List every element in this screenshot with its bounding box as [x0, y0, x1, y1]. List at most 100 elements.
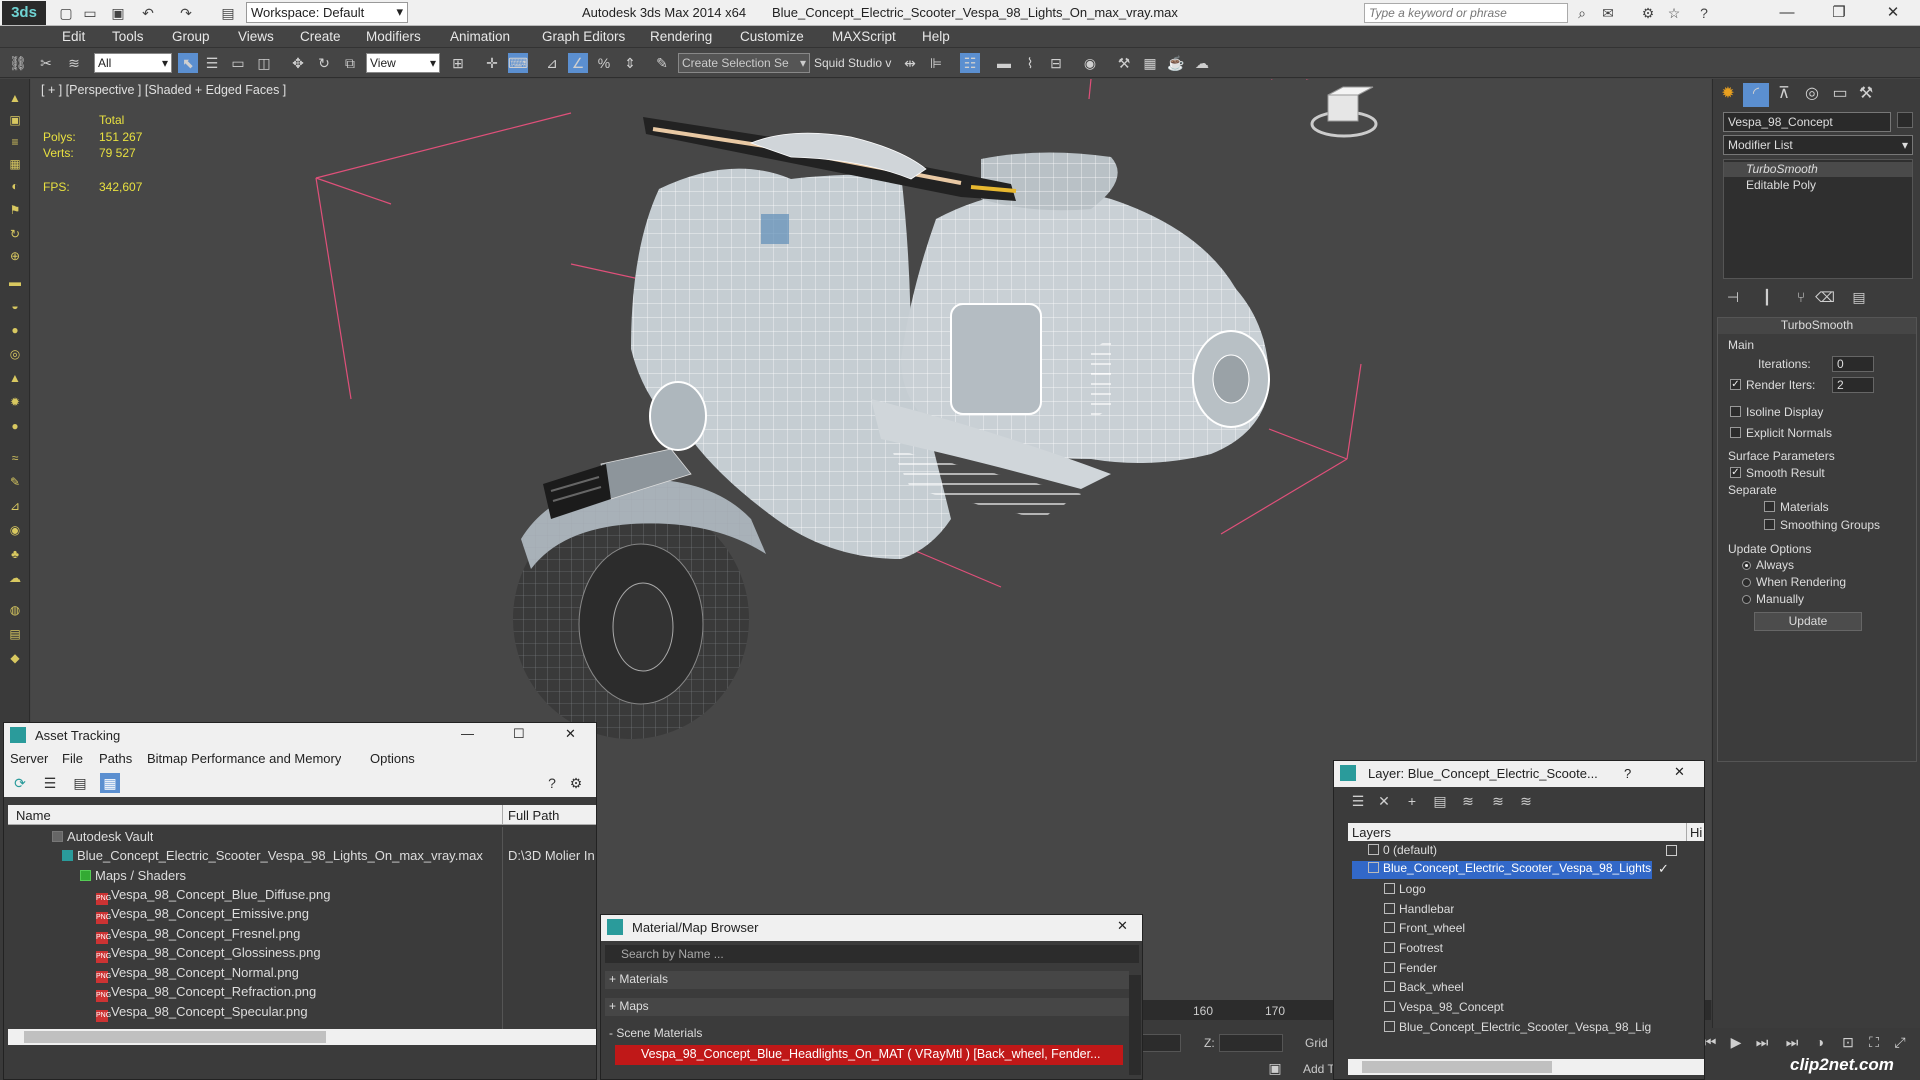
asset-horizontal-scrollbar[interactable]	[8, 1029, 596, 1045]
selection-filter-dropdown[interactable]: All ▾	[94, 53, 172, 73]
project-folder-icon[interactable]: ▤	[218, 3, 238, 23]
layer-row-default[interactable]: 0 (default)	[1368, 843, 1437, 857]
select-by-name-icon[interactable]: ☰	[202, 53, 222, 73]
asset-map-row[interactable]: PNGVespa_98_Concept_Glossiness.png	[96, 945, 321, 963]
strip-tool-icon[interactable]: ▬	[7, 275, 23, 289]
layer-object-row[interactable]: Footrest	[1384, 941, 1443, 955]
pin-stack-icon[interactable]: ⊣	[1723, 287, 1743, 307]
bind-spacewarp-icon[interactable]: ≋	[64, 53, 84, 73]
motion-tab-icon[interactable]: ◎	[1799, 83, 1825, 107]
select-layer-objects-icon[interactable]: ▤	[1430, 791, 1450, 811]
asset-maximize-button[interactable]: ☐	[513, 726, 525, 742]
redo-icon[interactable]: ↷	[176, 3, 196, 23]
named-selection-set-dropdown[interactable]: Create Selection Se ▾	[678, 53, 810, 73]
workspace-dropdown[interactable]: Workspace: Default ▾	[246, 2, 408, 23]
new-file-icon[interactable]: ▢	[56, 3, 76, 23]
exchange-icon[interactable]: ⚙	[1638, 3, 1658, 23]
layer-object-row[interactable]: Front_wheel	[1384, 921, 1465, 935]
asset-menu-paths[interactable]: Paths	[99, 751, 132, 766]
configure-sets-icon[interactable]: ▤	[1849, 287, 1869, 307]
asset-menu-server[interactable]: Server	[10, 751, 48, 766]
new-layer-icon[interactable]: ☰	[1348, 791, 1368, 811]
separate-smoothing-groups-checkbox[interactable]	[1764, 519, 1775, 530]
open-file-icon[interactable]: ▭	[80, 3, 100, 23]
strip-tool-icon[interactable]: ●	[7, 323, 23, 337]
go-to-end-icon[interactable]: ⏭	[1782, 1032, 1802, 1052]
refresh-icon[interactable]: ⟳	[10, 773, 30, 793]
strip-tool-icon[interactable]: ◉	[7, 523, 23, 537]
edit-named-selection-icon[interactable]: ✎	[652, 53, 672, 73]
hide-all-layers-icon[interactable]: ≋	[1488, 791, 1508, 811]
strip-tool-icon[interactable]: ◆	[7, 651, 23, 665]
update-always-radio[interactable]	[1742, 561, 1751, 570]
modify-tab-icon[interactable]: ◜	[1743, 83, 1769, 107]
utilities-tab-icon[interactable]: ⚒	[1853, 83, 1879, 107]
layer-object-row[interactable]: Vespa_98_Concept	[1384, 1000, 1504, 1014]
make-unique-icon[interactable]: ⑂	[1791, 287, 1811, 307]
align-icon[interactable]: ⊫	[926, 53, 946, 73]
percent-snap-icon[interactable]: %	[594, 53, 614, 73]
col-name-header[interactable]: Name	[16, 808, 51, 823]
material-browser-close-button[interactable]: ✕	[1117, 918, 1128, 934]
scrollbar-thumb[interactable]	[24, 1031, 326, 1043]
hide-column-header[interactable]: Hi	[1690, 825, 1702, 840]
graphite-ribbon-icon[interactable]: ▬	[994, 53, 1014, 73]
mirror-icon[interactable]: ⇹	[900, 53, 920, 73]
y-coordinate-field[interactable]	[1141, 1034, 1181, 1052]
strip-tool-icon[interactable]: ●	[7, 419, 23, 433]
rendered-frame-window-icon[interactable]: ▦	[1140, 53, 1160, 73]
strip-tool-icon[interactable]: ≡	[7, 135, 23, 149]
show-end-result-icon[interactable]: ┃	[1757, 287, 1777, 307]
strip-tool-icon[interactable]: ▲	[7, 91, 23, 105]
asset-menu-file[interactable]: File	[62, 751, 83, 766]
isolate-icon[interactable]: ▣	[1265, 1058, 1285, 1078]
strip-tool-icon[interactable]: ✎	[7, 475, 23, 489]
asset-map-row[interactable]: PNGVespa_98_Concept_Fresnel.png	[96, 926, 300, 944]
rollout-title[interactable]: TurboSmooth	[1718, 318, 1916, 334]
highlight-layer-icon[interactable]: ≋	[1458, 791, 1478, 811]
default-layer-hide-toggle[interactable]	[1666, 845, 1677, 856]
asset-menu-options[interactable]: Options	[370, 751, 415, 766]
material-browser-scrollbar[interactable]	[1129, 975, 1141, 1075]
strip-tool-icon[interactable]: ✹	[7, 395, 23, 409]
binoculars-icon[interactable]: ⌕	[1572, 3, 1592, 23]
angle-snap-icon[interactable]: ∠	[568, 53, 588, 73]
minimize-button[interactable]: —	[1764, 0, 1810, 26]
scene-materials-group[interactable]: - Scene Materials	[605, 1025, 1129, 1043]
close-button[interactable]: ✕	[1870, 0, 1916, 26]
menu-maxscript[interactable]: MAXScript	[832, 29, 896, 44]
layer-object-row[interactable]: Fender	[1384, 961, 1437, 975]
menu-create[interactable]: Create	[300, 29, 341, 44]
freeze-all-layers-icon[interactable]: ≋	[1516, 791, 1536, 811]
strip-tool-icon[interactable]: ⚑	[7, 203, 23, 217]
strip-tool-icon[interactable]: ▦	[7, 157, 23, 171]
modifier-list-dropdown[interactable]: Modifier List ▾	[1723, 135, 1913, 155]
select-object-icon[interactable]: ⬉	[178, 53, 198, 73]
asset-tracking-titlebar[interactable]: Asset Tracking — ☐ ✕	[4, 723, 596, 749]
asset-minimize-button[interactable]: —	[461, 726, 474, 741]
viewcube[interactable]	[1310, 86, 1378, 138]
layer-horizontal-scrollbar[interactable]	[1348, 1059, 1704, 1075]
strip-tool-icon[interactable]: ♣	[7, 547, 23, 561]
update-when-rendering-radio[interactable]	[1742, 578, 1751, 587]
menu-help[interactable]: Help	[922, 29, 950, 44]
strip-tool-icon[interactable]: ≈	[7, 451, 23, 465]
explicit-normals-checkbox[interactable]	[1730, 427, 1741, 438]
stack-item-editable-poly[interactable]: Editable Poly	[1724, 178, 1912, 193]
object-name-field[interactable]: Vespa_98_Concept	[1723, 112, 1891, 132]
restore-button[interactable]: ❐	[1816, 0, 1862, 26]
scene-material-item[interactable]: Vespa_98_Concept_Blue_Headlights_On_MAT …	[615, 1045, 1123, 1065]
asset-map-row[interactable]: PNGVespa_98_Concept_Emissive.png	[96, 906, 309, 924]
asset-map-row[interactable]: PNGVespa_98_Concept_Specular.png	[96, 1004, 308, 1022]
materials-group[interactable]: + Materials	[605, 971, 1129, 989]
asset-file-row[interactable]: Blue_Concept_Electric_Scooter_Vespa_98_L…	[62, 848, 496, 863]
material-search-input[interactable]: Search by Name ...	[605, 945, 1139, 963]
layer-close-button[interactable]: ✕	[1674, 764, 1685, 780]
layers-column-header[interactable]: Layers	[1352, 825, 1391, 840]
thumbnail-view-icon[interactable]: ▤	[70, 773, 90, 793]
render-iterative-icon[interactable]: ☁	[1192, 53, 1212, 73]
schematic-view-icon[interactable]: ⊟	[1046, 53, 1066, 73]
layer-object-row[interactable]: Blue_Concept_Electric_Scooter_Vespa_98_L…	[1384, 1020, 1654, 1034]
menu-graph-editors[interactable]: Graph Editors	[542, 29, 625, 44]
rotate-icon[interactable]: ↻	[314, 53, 334, 73]
